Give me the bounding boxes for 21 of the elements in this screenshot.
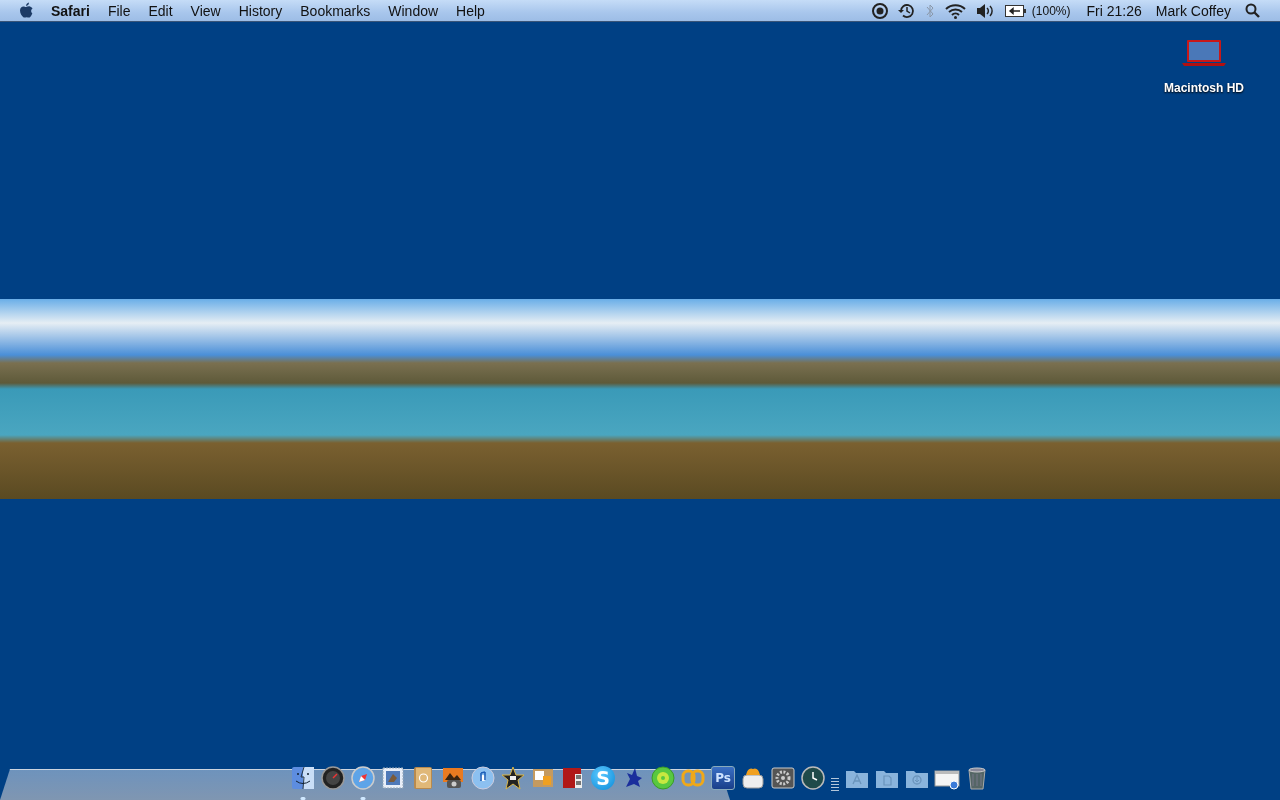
user-name-menu[interactable]: Mark Coffey (1155, 2, 1245, 19)
search-icon[interactable] (1245, 3, 1260, 18)
menu-item[interactable]: File (98, 2, 140, 19)
menu-item[interactable]: Edit (139, 2, 182, 19)
menu-item[interactable]: History (229, 2, 292, 19)
compass-icon[interactable] (350, 765, 376, 800)
record-icon[interactable] (871, 2, 888, 19)
menu-item[interactable]: View (181, 2, 230, 19)
apple-logo-icon[interactable] (18, 1, 34, 20)
clock[interactable]: Fri 21:26 (1078, 2, 1156, 19)
menu-item[interactable]: Help (447, 2, 494, 19)
clock-arrow-icon[interactable] (897, 2, 915, 19)
drive-label[interactable]: Macintosh HD (1164, 81, 1244, 95)
menu-item[interactable]: Bookmarks (291, 2, 380, 19)
battery-percentage: (100%) (1031, 3, 1072, 18)
wifi-icon[interactable] (944, 2, 966, 19)
speaker-icon[interactable] (975, 2, 995, 19)
app-menu[interactable]: Safari (34, 2, 99, 19)
battery-icon[interactable] (1004, 4, 1027, 17)
menu-item[interactable]: Window (379, 2, 448, 19)
finder-face-icon[interactable] (290, 765, 316, 800)
